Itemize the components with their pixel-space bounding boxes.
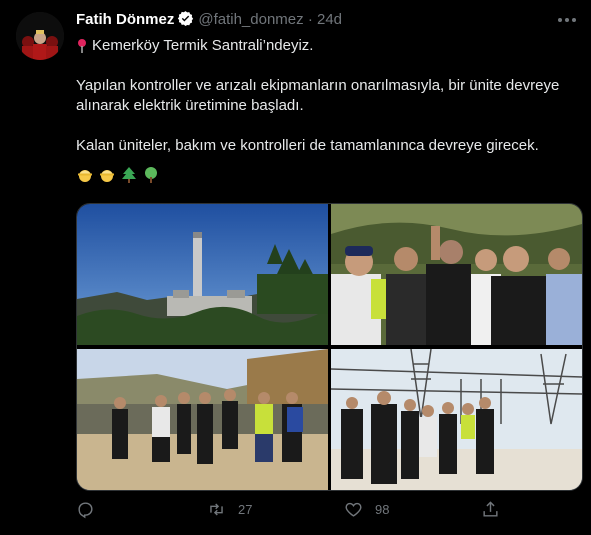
- reply-button[interactable]: [76, 500, 107, 519]
- share-button[interactable]: [481, 500, 512, 519]
- like-count: 98: [375, 502, 390, 517]
- timestamp[interactable]: 24d: [317, 11, 342, 28]
- share-icon: [483, 501, 498, 517]
- deciduous-tree-icon: [142, 166, 160, 184]
- media-grid[interactable]: [76, 203, 583, 491]
- photo-group-walking[interactable]: [77, 349, 328, 490]
- tweet-header: Fatih Dönmez @fatih_donmez · 24d: [76, 10, 342, 30]
- retweet-button[interactable]: 27: [207, 500, 252, 519]
- avatar[interactable]: [16, 12, 64, 60]
- separator-dot: ·: [307, 11, 313, 28]
- retweet-icon: [210, 503, 223, 516]
- tweet-line-1: Kemerköy Termik Santrali’ndeyiz.: [92, 37, 314, 54]
- photo-power-plant[interactable]: [77, 204, 328, 345]
- like-button[interactable]: 98: [344, 500, 389, 519]
- tweet-line-4: Kalan üniteler, bakım ve kontrolleri de …: [76, 137, 539, 154]
- emoji-row: [76, 166, 566, 184]
- tweet-line-2: Yapılan kontroller ve arızalı ekipmanlar…: [76, 77, 560, 94]
- tweet-actions: 27 98: [76, 500, 566, 524]
- reply-icon: [78, 502, 93, 519]
- construction-worker-icon: [98, 166, 116, 184]
- retweet-count: 27: [238, 502, 253, 517]
- photo-substation-walk[interactable]: [331, 349, 582, 490]
- tweet-text: Kemerköy Termik Santrali’ndeyiz. Yapılan…: [76, 36, 566, 184]
- round-pushpin-icon: [76, 38, 88, 54]
- verified-badge-icon: [177, 10, 194, 27]
- tweet[interactable]: Fatih Dönmez @fatih_donmez · 24d Kemerköy…: [0, 0, 591, 535]
- user-handle[interactable]: @fatih_donmez: [198, 11, 303, 28]
- construction-worker-icon: [76, 166, 94, 184]
- evergreen-tree-icon: [120, 166, 138, 184]
- more-icon[interactable]: [557, 10, 577, 24]
- photo-group-closeup[interactable]: [331, 204, 582, 345]
- display-name[interactable]: Fatih Dönmez: [76, 11, 174, 28]
- tweet-line-3: alınarak elektrik üretimine başladı.: [76, 97, 304, 114]
- heart-icon: [345, 502, 362, 517]
